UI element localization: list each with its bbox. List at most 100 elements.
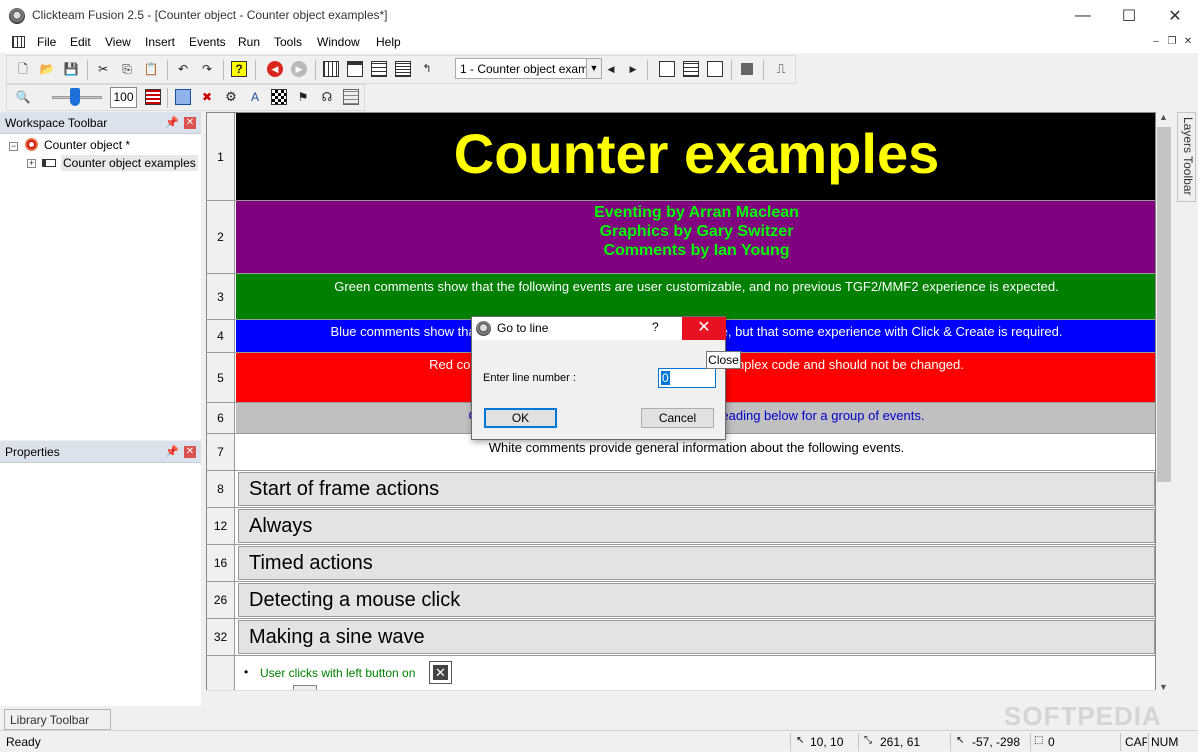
help-icon[interactable]: ? <box>231 61 247 77</box>
credit-line: Graphics by Gary Switzer <box>599 223 794 240</box>
dialog-title-bar: Go to line ? ✕ <box>472 317 726 340</box>
library-toolbar-tab[interactable]: Library Toolbar <box>4 709 111 730</box>
mdi-document-icon[interactable] <box>12 36 25 48</box>
frame-editor-icon[interactable] <box>347 61 363 77</box>
grid-icon[interactable] <box>271 89 287 105</box>
group-header[interactable]: Start of frame actions <box>238 472 1155 506</box>
event-list-editor-icon[interactable] <box>395 61 411 77</box>
run-project-icon[interactable] <box>707 61 723 77</box>
menu-tools[interactable]: Tools <box>274 35 302 49</box>
position-icon: ↖ <box>796 735 805 746</box>
group-header[interactable]: Timed actions <box>238 546 1155 580</box>
event-editor-scrollbar[interactable]: ▲ ▼ <box>1156 112 1173 692</box>
next-frame-icon[interactable]: ▶ <box>625 61 641 77</box>
paste-icon[interactable]: 📋 <box>143 61 159 77</box>
menu-file[interactable]: File <box>37 35 56 49</box>
event-row[interactable]: 2 Eventing by Arran Maclean Graphics by … <box>207 201 1155 274</box>
event-list-icon[interactable] <box>145 89 161 105</box>
layers-toolbar-tab[interactable]: Layers Toolbar <box>1177 112 1196 202</box>
mdi-close-button[interactable]: ✕ <box>1182 37 1194 49</box>
group-row[interactable]: 16 Timed actions <box>207 545 1155 582</box>
menu-insert[interactable]: Insert <box>145 35 175 49</box>
close-icon[interactable]: ✕ <box>184 117 196 129</box>
close-button[interactable]: ✕ <box>1152 0 1198 31</box>
menu-edit[interactable]: Edit <box>70 35 91 49</box>
copy-icon[interactable]: ⎘ <box>119 61 135 77</box>
status-coords-3: -57, -298 <box>972 735 1021 749</box>
close-icon[interactable]: ✕ <box>184 446 196 458</box>
event-row[interactable]: 3 Green comments show that the following… <box>207 274 1155 320</box>
scroll-up-icon[interactable]: ▲ <box>1159 112 1168 122</box>
cancel-button[interactable]: Cancel <box>641 408 714 428</box>
group-header[interactable]: Making a sine wave <box>238 620 1155 654</box>
actions-icon[interactable]: A <box>247 89 263 105</box>
frame-selector[interactable]: 1 - Counter object examples ▼ <box>455 58 602 79</box>
caps-lock-indicator: CAP <box>1125 735 1147 749</box>
menu-help[interactable]: Help <box>376 35 401 49</box>
stop-icon[interactable] <box>739 61 755 77</box>
build-icon[interactable]: ⎍ <box>773 61 789 77</box>
insert-event-icon[interactable] <box>175 89 191 105</box>
minimize-button[interactable]: — <box>1060 0 1106 31</box>
menu-run[interactable]: Run <box>238 35 260 49</box>
object-filter-icon[interactable]: ⚑ <box>295 89 311 105</box>
redo-icon[interactable]: ↷ <box>199 61 215 77</box>
conditions-icon[interactable]: ⚙ <box>223 89 239 105</box>
line-number-input[interactable]: 0 <box>658 368 716 388</box>
back-icon[interactable]: ◀ <box>267 61 283 77</box>
tree-item-frame[interactable]: Counter object examples <box>61 155 198 171</box>
zoom-value[interactable]: 100 <box>110 87 137 108</box>
status-coords-2: 261, 61 <box>880 735 921 749</box>
condition-text[interactable]: User clicks with left button on <box>260 666 415 680</box>
comment-green: Green comments show that the following e… <box>236 274 1155 319</box>
open-icon[interactable]: 📂 <box>39 61 55 77</box>
menu-window[interactable]: Window <box>317 35 360 49</box>
object-icon[interactable]: ☊ <box>319 89 335 105</box>
chevron-down-icon[interactable]: ▼ <box>586 59 601 78</box>
event-editor-icon[interactable] <box>371 61 387 77</box>
status-count: 0 <box>1048 735 1055 749</box>
save-icon[interactable]: 💾 <box>63 61 79 77</box>
line-number: 26 <box>207 582 235 618</box>
comment-text: Green comments show that the following e… <box>334 279 1059 294</box>
pin-icon[interactable]: 📌 <box>165 445 179 458</box>
mdi-minimize-button[interactable]: – <box>1150 37 1162 49</box>
mdi-restore-button[interactable]: ❐ <box>1166 37 1178 49</box>
collapse-icon[interactable]: − <box>9 142 18 151</box>
ok-button[interactable]: OK <box>484 408 557 428</box>
status-text: Ready <box>6 735 41 749</box>
group-row[interactable]: 12 Always <box>207 508 1155 545</box>
cut-icon[interactable]: ✂ <box>95 61 111 77</box>
previous-frame-icon[interactable]: ◀ <box>603 61 619 77</box>
expand-icon[interactable]: + <box>27 159 36 168</box>
pin-icon[interactable]: 📌 <box>165 116 179 129</box>
group-row[interactable]: 8 Start of frame actions <box>207 471 1155 508</box>
maximize-button[interactable]: ☐ <box>1106 0 1152 31</box>
zoom-slider-thumb[interactable] <box>70 88 80 106</box>
toggle-event-icon[interactable]: ✖ <box>199 89 215 105</box>
scroll-down-icon[interactable]: ▼ <box>1159 682 1168 692</box>
new-icon[interactable]: 🗋 <box>15 61 31 77</box>
run-frame-icon[interactable] <box>659 61 675 77</box>
menu-events[interactable]: Events <box>189 35 226 49</box>
data-elements-icon[interactable]: ↰ <box>419 61 435 77</box>
app-icon[interactable] <box>9 8 25 24</box>
group-header[interactable]: Always <box>238 509 1155 543</box>
event-row[interactable]: 1 Counter examples <box>207 113 1155 201</box>
help-button[interactable]: ? <box>652 320 659 334</box>
tree-item-application[interactable]: Counter object * <box>44 138 130 152</box>
storyboard-editor-icon[interactable] <box>323 61 339 77</box>
sheet-icon[interactable] <box>343 89 359 105</box>
line-number: 6 <box>207 403 235 433</box>
object-icon[interactable]: ✕ <box>429 661 452 684</box>
group-header[interactable]: Detecting a mouse click <box>238 583 1155 617</box>
menu-view[interactable]: View <box>105 35 131 49</box>
group-row[interactable]: 32 Making a sine wave <box>207 619 1155 656</box>
group-row[interactable]: 26 Detecting a mouse click <box>207 582 1155 619</box>
forward-icon[interactable]: ▶ <box>291 61 307 77</box>
zoom-icon[interactable]: 🔍 <box>15 89 31 105</box>
run-application-icon[interactable] <box>683 61 699 77</box>
dialog-close-button[interactable]: ✕ <box>682 317 726 340</box>
undo-icon[interactable]: ↶ <box>175 61 191 77</box>
scrollbar-thumb[interactable] <box>1157 127 1171 482</box>
